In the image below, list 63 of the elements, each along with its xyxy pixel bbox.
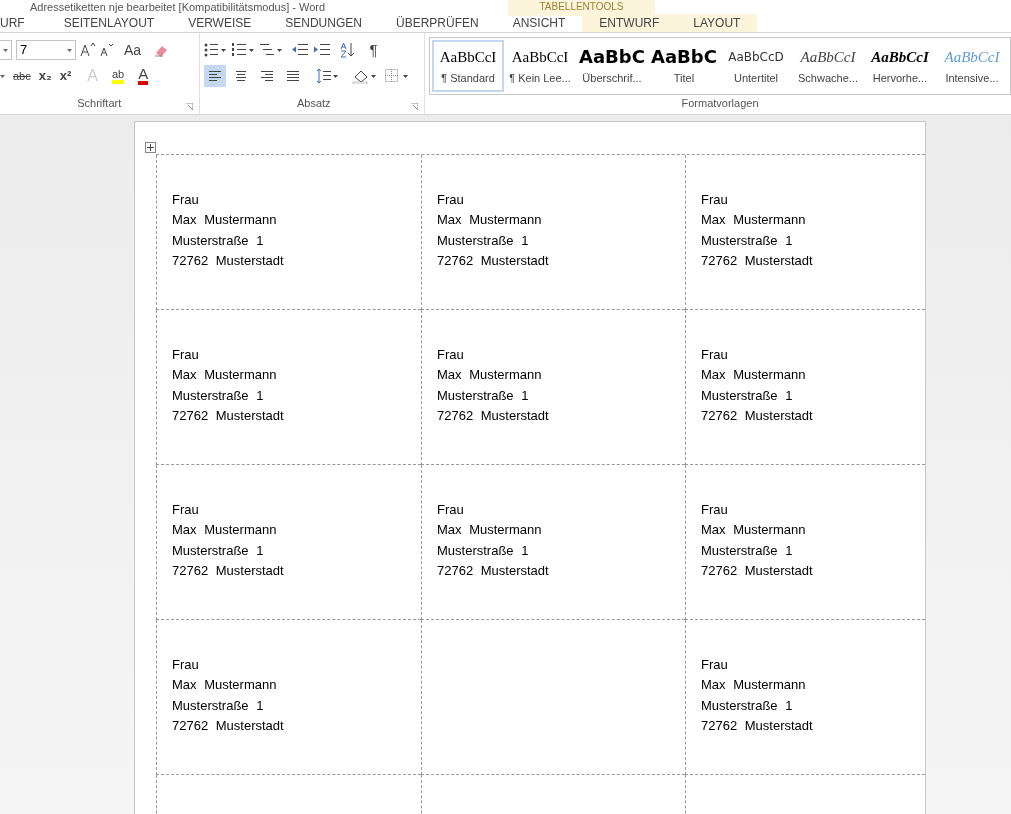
group-label: Schriftart — [77, 96, 122, 111]
table-cell: Frau Max Mustermann Musterstraße 1 72762 Musterstadt — [156, 154, 421, 310]
table-cell: Frau Max Mustermann Musterstraße 1 72762 Musterstadt — [156, 464, 421, 620]
table-cell: Frau Max Mustermann Musterstraße 1 72762 Musterstadt — [421, 309, 685, 465]
table-cell: Frau Max Mustermann Musterstraße 1 72762 Musterstadt — [156, 619, 421, 775]
font-color-button[interactable]: A — [138, 67, 149, 85]
style-item[interactable]: AaBbC Titel — [648, 40, 720, 92]
style-item[interactable]: AaBbCcD Untertitel — [720, 40, 792, 92]
shading-icon[interactable] — [351, 68, 376, 84]
style-item[interactable]: AaBbC Überschrif... — [576, 40, 648, 92]
ribbon-tab[interactable]: LAYOUT — [676, 14, 758, 32]
strikethrough-button[interactable]: abc — [13, 67, 31, 85]
font-name-dropdown[interactable] — [0, 40, 12, 60]
highlight-button[interactable]: ab — [112, 68, 125, 84]
align-lines-icon — [233, 70, 248, 82]
ribbon-tab[interactable]: ANSICHT — [495, 14, 583, 32]
align-lines-icon — [259, 70, 274, 82]
multilevel-list-icon[interactable] — [259, 43, 282, 57]
context-tab-label: TABELLENTOOLS — [508, 0, 655, 16]
style-item[interactable]: AaBbCcI ¶ Standard — [432, 40, 504, 92]
decrease-indent-icon[interactable] — [291, 43, 308, 57]
table-cell: Frau Max Mustermann Musterstraße 1 72762 Musterstadt — [421, 154, 685, 310]
increase-indent-icon[interactable] — [313, 43, 330, 57]
ribbon-tab[interactable]: URF — [0, 14, 47, 32]
align-left-button[interactable] — [203, 65, 226, 87]
table-move-handle-icon[interactable] — [145, 141, 156, 153]
grow-font-icon[interactable] — [80, 42, 96, 58]
ribbon-tab[interactable]: ENTWURF — [582, 14, 677, 32]
ribbon-tab[interactable]: SEITENLAYOUT — [46, 14, 172, 32]
dialog-launcher-icon[interactable] — [185, 102, 193, 110]
style-item[interactable]: AaBbCcI Intensive... — [936, 40, 1008, 92]
style-item[interactable]: AaBbCcI Hervorhe... — [864, 40, 936, 92]
dialog-launcher-icon[interactable] — [411, 102, 418, 110]
table-cell: Frau Max Mustermann Musterstraße 1 72762 Musterstadt — [156, 309, 421, 465]
align-lines-icon — [285, 70, 300, 82]
superscript-button[interactable]: x² — [59, 66, 72, 86]
group-label: Formatvorlagen — [681, 96, 759, 111]
group-label: Absatz — [296, 96, 331, 111]
table-cell: Frau Max Mustermann Musterstraße 1 72762 Musterstadt — [421, 464, 685, 620]
bullet-list-icon[interactable] — [203, 43, 226, 57]
window-title: Adressetiketten nje bearbeitet [Kompatibilitätsmodus] - Word — [29, 0, 326, 14]
shrink-font-icon[interactable] — [100, 42, 114, 58]
change-case-button[interactable]: Aa — [124, 39, 142, 61]
line-spacing-icon[interactable] — [315, 68, 338, 84]
align-lines-icon — [207, 70, 222, 82]
subscript-button[interactable]: x₂ — [38, 66, 52, 86]
table-cell: Frau Max Mustermann Musterstraße 1 72762 Musterstadt — [685, 309, 925, 465]
caret-icon — [3, 48, 8, 52]
ribbon-tab[interactable]: SENDUNGEN — [268, 14, 379, 32]
ribbon-tab[interactable]: ÜBERPRÜFEN — [378, 14, 496, 32]
font-size-field[interactable]: 7 — [16, 40, 76, 60]
sort-icon[interactable] — [339, 42, 356, 58]
table-cell: Frau Max Mustermann Musterstraße 1 72762 Musterstadt — [685, 154, 925, 310]
caret-icon — [67, 48, 72, 52]
borders-icon[interactable] — [383, 68, 408, 84]
style-item[interactable]: AaBbCcI ¶ Kein Lee... — [504, 40, 576, 92]
show-formatting-button[interactable]: ¶ — [369, 38, 378, 62]
table-cell: Frau Max Mustermann Musterstraße 1 72762 Musterstadt — [685, 619, 925, 775]
caret-icon[interactable] — [0, 74, 5, 78]
ribbon-tab[interactable]: VERWEISE — [171, 14, 269, 32]
numbered-list-icon[interactable] — [231, 43, 254, 57]
table-cell: Frau Max Mustermann Musterstraße 1 72762 Musterstadt — [685, 464, 925, 620]
style-item[interactable]: AaBbCcI Schwache... — [792, 40, 864, 92]
